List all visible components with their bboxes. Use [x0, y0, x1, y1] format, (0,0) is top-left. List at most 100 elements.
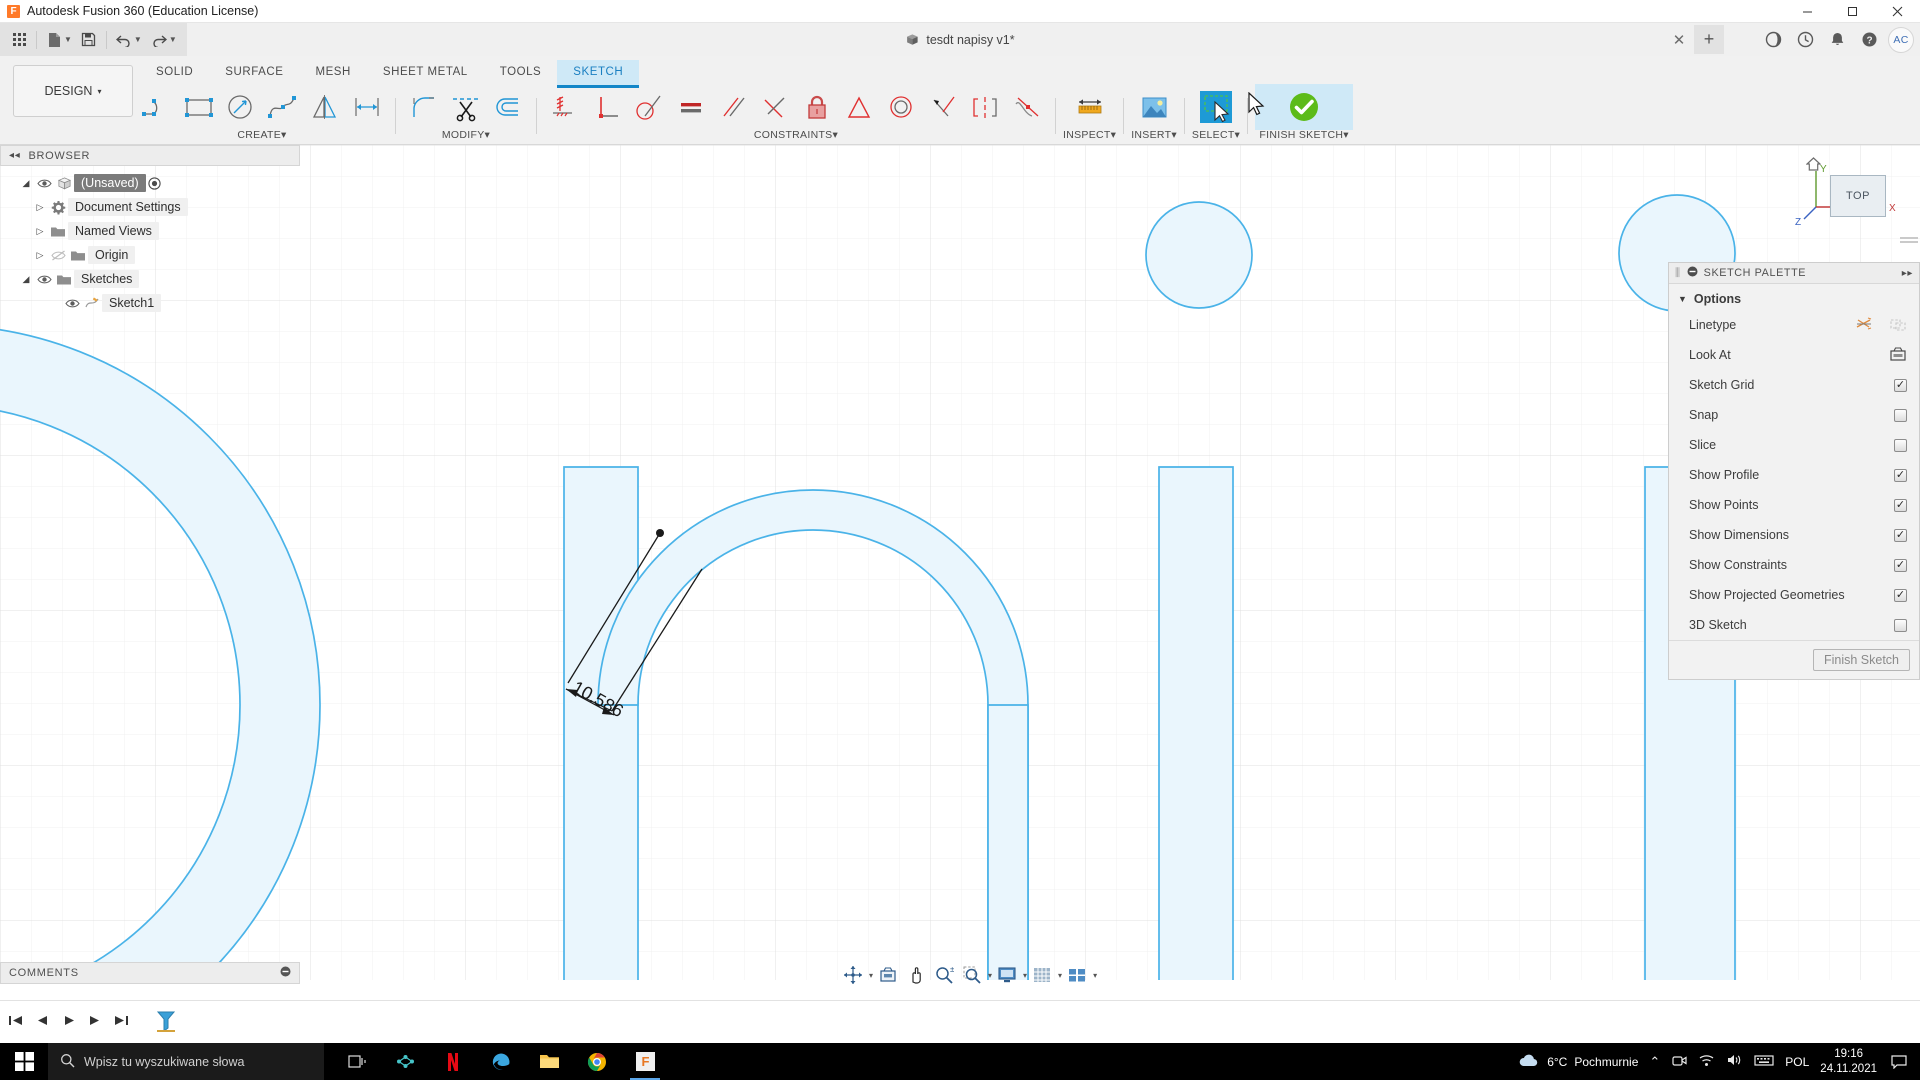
- clock[interactable]: 19:16 24.11.2021: [1820, 1047, 1877, 1076]
- comments-collapse-icon[interactable]: [280, 966, 291, 980]
- palette-section-options[interactable]: ▼ Options: [1669, 284, 1919, 310]
- measure-tool-icon[interactable]: [1069, 86, 1111, 128]
- palette-row-sketch-grid[interactable]: Sketch Grid ✓: [1669, 370, 1919, 400]
- visibility-eye-icon[interactable]: [34, 274, 54, 285]
- palette-row-look-at[interactable]: Look At: [1669, 340, 1919, 370]
- workspace-selector[interactable]: DESIGN ▾: [13, 65, 133, 117]
- zoom-window-icon[interactable]: [959, 963, 985, 987]
- search-input[interactable]: Wpisz tu wyszukiwane słowa: [48, 1043, 324, 1080]
- palette-grip-icon[interactable]: ⫼: [1675, 267, 1681, 280]
- maximize-button[interactable]: [1830, 0, 1875, 23]
- sketch-grid-checkbox[interactable]: ✓: [1894, 378, 1907, 392]
- chrome-icon[interactable]: [574, 1043, 620, 1080]
- equal-constraint-icon[interactable]: [670, 86, 712, 128]
- parallel-constraint-icon[interactable]: [712, 86, 754, 128]
- view-cube[interactable]: Y X Z TOP: [1790, 145, 1920, 250]
- palette-row-show-profile[interactable]: Show Profile ✓: [1669, 460, 1919, 490]
- visibility-eye-icon[interactable]: [62, 298, 82, 309]
- new-document-caret[interactable]: ▼: [64, 35, 72, 44]
- palette-row-show-dimensions[interactable]: Show Dimensions ✓: [1669, 520, 1919, 550]
- tab-surface[interactable]: SURFACE: [209, 60, 299, 85]
- pan-icon[interactable]: [903, 963, 929, 987]
- zoom-icon[interactable]: ±: [931, 963, 957, 987]
- file-explorer-icon[interactable]: [526, 1043, 572, 1080]
- palette-row-snap[interactable]: Snap: [1669, 400, 1919, 430]
- minimize-button[interactable]: [1785, 0, 1830, 23]
- midpoint-constraint-icon[interactable]: [838, 86, 880, 128]
- display-caret[interactable]: ▾: [1023, 971, 1027, 980]
- finish-sketch-button[interactable]: [1255, 84, 1354, 130]
- spline-tool-icon[interactable]: [262, 86, 304, 128]
- tab-sheet-metal[interactable]: SHEET METAL: [367, 60, 484, 85]
- volume-icon[interactable]: [1726, 1053, 1743, 1070]
- orbit-caret[interactable]: ▾: [869, 971, 873, 980]
- visibility-eye-icon[interactable]: [34, 178, 54, 189]
- document-tab-close-icon[interactable]: ✕: [1666, 23, 1692, 56]
- data-panel-icon[interactable]: [1760, 26, 1787, 53]
- palette-row-show-projected-geometries[interactable]: Show Projected Geometries ✓: [1669, 580, 1919, 610]
- camera-icon[interactable]: [1671, 1053, 1687, 1071]
- visibility-eye-off-icon[interactable]: [48, 250, 68, 261]
- expander-icon[interactable]: ◢: [18, 274, 34, 285]
- expander-icon[interactable]: ▷: [32, 202, 48, 213]
- tab-tools[interactable]: TOOLS: [484, 60, 558, 85]
- snap-checkbox[interactable]: [1894, 408, 1907, 422]
- sketch-point[interactable]: [656, 529, 664, 537]
- palette-row-3d-sketch[interactable]: 3D Sketch: [1669, 610, 1919, 640]
- comments-panel[interactable]: COMMENTS: [0, 962, 300, 984]
- go-to-beginning-icon[interactable]: [8, 1014, 23, 1030]
- perpendicular-constraint-icon[interactable]: [586, 86, 628, 128]
- palette-collapse-icon[interactable]: [1687, 266, 1698, 280]
- fix-unfix-constraint-icon[interactable]: [544, 86, 586, 128]
- trim-tool-icon[interactable]: [445, 86, 487, 128]
- edge-icon[interactable]: [478, 1043, 524, 1080]
- language-indicator[interactable]: POL: [1785, 1055, 1809, 1069]
- undo-caret[interactable]: ▼: [134, 35, 142, 44]
- browser-item-unsaved[interactable]: ◢ (Unsaved): [0, 171, 300, 195]
- rectangle-tool-icon[interactable]: [178, 86, 220, 128]
- display-settings-icon[interactable]: [994, 963, 1020, 987]
- netflix-icon[interactable]: [430, 1043, 476, 1080]
- centerline-linetype-icon[interactable]: [1889, 316, 1907, 335]
- viewports-icon[interactable]: [1064, 963, 1090, 987]
- activate-component-icon[interactable]: [146, 176, 164, 190]
- show-points-checkbox[interactable]: ✓: [1894, 498, 1907, 512]
- zoom-caret[interactable]: ▾: [988, 971, 992, 980]
- browser-item-document-settings[interactable]: ▷ Document Settings: [0, 195, 300, 219]
- notifications-icon[interactable]: [1824, 26, 1851, 53]
- show-projected-geometries-checkbox[interactable]: ✓: [1894, 588, 1907, 602]
- help-icon[interactable]: ?: [1856, 26, 1883, 53]
- 3d-sketch-checkbox[interactable]: [1894, 618, 1907, 632]
- symmetry-constraint-icon[interactable]: [964, 86, 1006, 128]
- document-tab[interactable]: tesdt napisy v1*: [905, 23, 1015, 56]
- sketch-dimension-icon[interactable]: [346, 86, 388, 128]
- app-grid-icon[interactable]: [6, 27, 32, 53]
- job-status-icon[interactable]: [1792, 26, 1819, 53]
- select-tool-icon[interactable]: [1195, 86, 1237, 128]
- expander-icon[interactable]: ▷: [32, 250, 48, 261]
- task-view-icon[interactable]: [334, 1043, 380, 1080]
- grid-caret[interactable]: ▾: [1058, 971, 1062, 980]
- mirror-tool-icon[interactable]: [304, 86, 346, 128]
- browser-item-origin[interactable]: ▷ Origin: [0, 243, 300, 267]
- sketch1-timeline-marker[interactable]: [154, 1008, 178, 1037]
- weather-widget[interactable]: 6°C Pochmurnie: [1518, 1053, 1638, 1071]
- cisco-webex-icon[interactable]: [382, 1043, 428, 1080]
- show-profile-checkbox[interactable]: ✓: [1894, 468, 1907, 482]
- look-at-icon[interactable]: [875, 963, 901, 987]
- grid-snaps-icon[interactable]: [1029, 963, 1055, 987]
- redo-caret[interactable]: ▼: [169, 35, 177, 44]
- fillet-tool-icon[interactable]: [403, 86, 445, 128]
- close-button[interactable]: [1875, 0, 1920, 23]
- slice-checkbox[interactable]: [1894, 438, 1907, 452]
- palette-pin-icon[interactable]: ▸▸: [1902, 268, 1913, 279]
- orbit-icon[interactable]: [840, 963, 866, 987]
- browser-header[interactable]: ◂◂ BROWSER: [0, 145, 300, 166]
- curvature-constraint-icon[interactable]: [1006, 86, 1048, 128]
- windows-start-icon[interactable]: [0, 1043, 48, 1080]
- insert-image-icon[interactable]: [1133, 86, 1175, 128]
- tab-mesh[interactable]: MESH: [299, 60, 366, 85]
- viewports-caret[interactable]: ▾: [1093, 971, 1097, 980]
- tangent-constraint-icon[interactable]: [628, 86, 670, 128]
- concentric-constraint-icon[interactable]: [880, 86, 922, 128]
